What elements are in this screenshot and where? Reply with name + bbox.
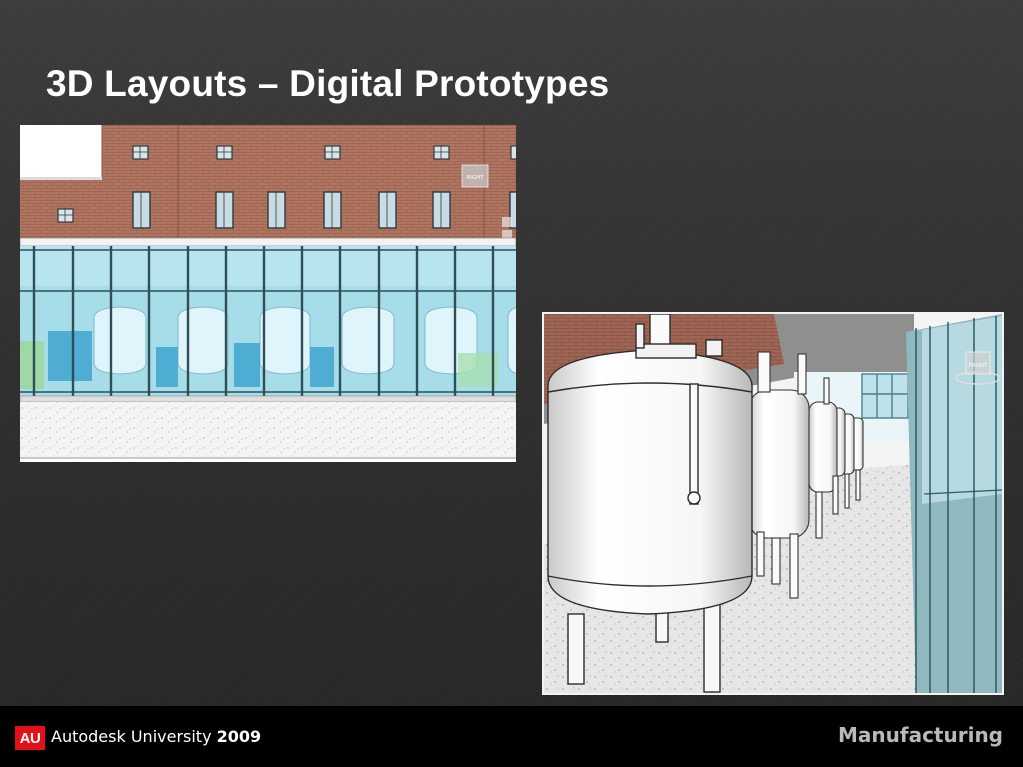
- brand-name: Autodesk University: [51, 727, 212, 746]
- brand-year: 2009: [216, 727, 262, 746]
- slide-title: 3D Layouts – Digital Prototypes: [46, 63, 610, 104]
- autodesk-university-logo: AU: [15, 726, 45, 750]
- building-elevation-render: RIGHT: [20, 125, 516, 462]
- footer-brand: Autodesk University 2009: [51, 727, 261, 746]
- view-cube-label: FRONT: [969, 363, 988, 369]
- track-label: Manufacturing: [838, 723, 1003, 747]
- tank-interior-render: FRONT: [542, 312, 1004, 695]
- view-cube-label: RIGHT: [466, 175, 484, 181]
